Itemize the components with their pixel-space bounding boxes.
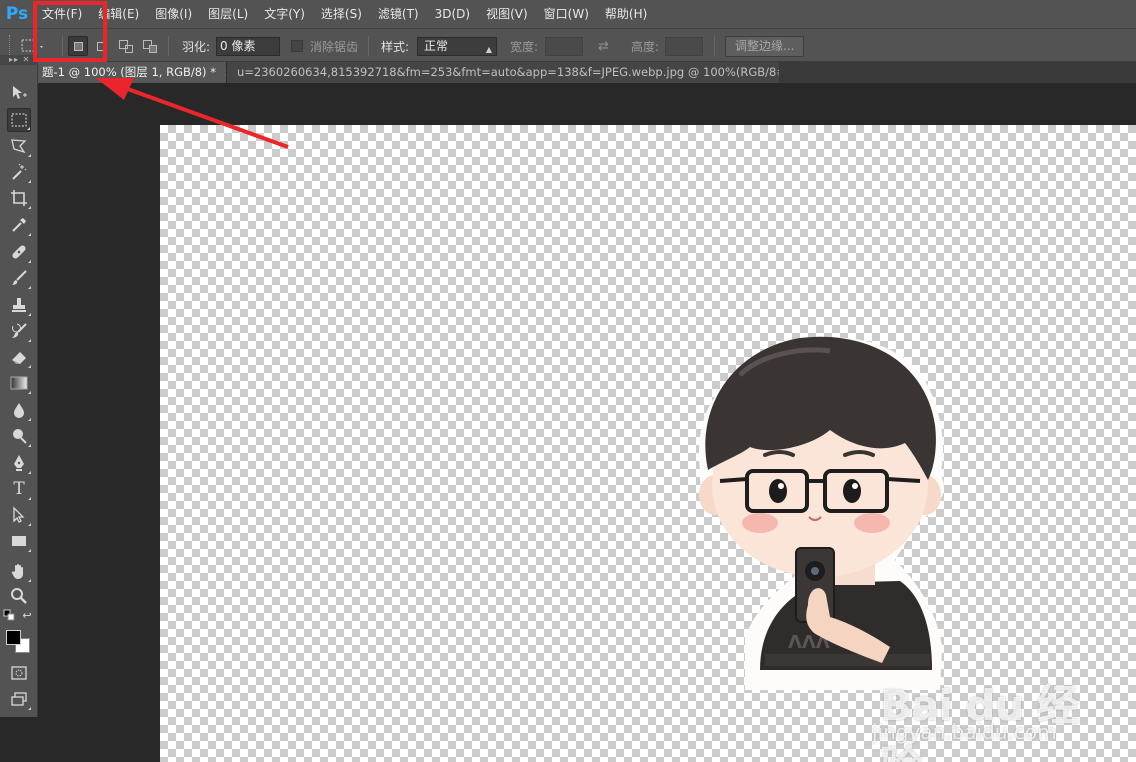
clone-stamp-tool-icon[interactable] — [7, 293, 31, 317]
brush-tool-icon[interactable] — [7, 266, 31, 290]
watermark-url: jingyan.baidu.com — [872, 720, 1057, 744]
height-input[interactable] — [665, 37, 703, 56]
tools-panel: ▸▸ ✕ T ↩ — [0, 55, 38, 717]
foreground-color-swatch[interactable] — [6, 630, 21, 645]
refine-edge-button[interactable]: 调整边缘... — [725, 36, 805, 57]
intersect-selection-button[interactable] — [139, 36, 159, 56]
photoshop-logo: Ps — [5, 4, 29, 24]
watermark-logo-text: Bai du 经验 — [880, 681, 1079, 762]
lasso-tool-icon[interactable] — [7, 134, 31, 158]
dodge-tool-icon[interactable] — [7, 424, 31, 448]
menu-layer[interactable]: 图层(L) — [200, 0, 256, 28]
healing-brush-tool-icon[interactable] — [7, 240, 31, 264]
menu-select[interactable]: 选择(S) — [313, 0, 370, 28]
menu-filter[interactable]: 滤镜(T) — [370, 0, 427, 28]
feather-input[interactable]: 0 像素 — [216, 37, 280, 56]
antialias-label: 消除锯齿 — [310, 39, 359, 54]
tab-label: 题-1 @ 100% (图层 1, RGB/8) * — [42, 65, 216, 79]
feather-label: 羽化: — [182, 39, 211, 54]
tab-document-1[interactable]: 题-1 @ 100% (图层 1, RGB/8) *× — [38, 62, 226, 83]
height-label: 高度: — [631, 39, 660, 54]
antialias-checkbox[interactable] — [291, 40, 303, 52]
document-tab-bar: 题-1 @ 100% (图层 1, RGB/8) *× u=2360260634… — [38, 62, 1136, 83]
pen-tool-icon[interactable] — [7, 451, 31, 475]
gradient-tool-icon[interactable] — [7, 371, 31, 395]
divider — [714, 36, 715, 56]
blur-tool-icon[interactable] — [7, 398, 31, 422]
menu-image[interactable]: 图像(I) — [147, 0, 200, 28]
divider — [368, 36, 369, 56]
menu-bar: Ps 文件(F) 编辑(E) 图像(I) 图层(L) 文字(Y) 选择(S) 滤… — [0, 0, 1136, 28]
menu-view[interactable]: 视图(V) — [478, 0, 536, 28]
crop-tool-icon[interactable] — [7, 186, 31, 210]
style-label: 样式: — [381, 39, 410, 54]
subtract-from-selection-button[interactable] — [115, 36, 135, 56]
eraser-tool-icon[interactable] — [7, 345, 31, 369]
options-bar: 羽化: 0 像素 消除锯齿 样式: 正常 ▲▼ 宽度: ⇄ 高度: 调整边缘..… — [0, 28, 1136, 71]
menu-3d[interactable]: 3D(D) — [427, 0, 478, 28]
magic-wand-tool-icon[interactable] — [7, 160, 31, 184]
swap-colors-icon[interactable]: ↩ — [20, 608, 34, 622]
rectangle-tool-icon[interactable] — [7, 529, 31, 553]
tab-label: u=2360260634,815392718&fm=253&fmt=auto&a… — [237, 65, 779, 79]
highlight-box-annotation — [33, 1, 107, 62]
type-tool-icon[interactable]: T — [7, 477, 31, 501]
document-canvas[interactable]: ɅɅɅ Bai du 经 jingyan.baidu.com — [160, 125, 1136, 762]
zoom-tool-icon[interactable] — [7, 584, 31, 608]
menu-window[interactable]: 窗口(W) — [536, 0, 597, 28]
width-input[interactable] — [545, 37, 583, 56]
default-colors-icon[interactable] — [2, 608, 16, 622]
path-selection-tool-icon[interactable] — [7, 503, 31, 527]
width-label: 宽度: — [510, 39, 539, 54]
tab-document-2[interactable]: u=2360260634,815392718&fm=253&fmt=auto&a… — [226, 62, 779, 83]
baidu-jingyan-watermark: Bai du 经验 jingyan.baidu.com — [860, 640, 1110, 762]
menu-type[interactable]: 文字(Y) — [256, 0, 313, 28]
divider — [168, 36, 169, 56]
menu-help[interactable]: 帮助(H) — [597, 0, 655, 28]
history-brush-tool-icon[interactable] — [7, 319, 31, 343]
screen-mode-icon[interactable] — [7, 687, 31, 711]
move-tool-icon[interactable] — [7, 81, 31, 105]
swap-dimensions-icon[interactable]: ⇄ — [598, 29, 609, 63]
quick-mask-icon[interactable] — [7, 661, 31, 685]
options-grip[interactable] — [9, 35, 13, 57]
marquee-tool-icon[interactable] — [7, 108, 31, 132]
eyedropper-tool-icon[interactable] — [7, 213, 31, 237]
style-select-value: 正常 — [424, 39, 449, 53]
workspace: ɅɅɅ Bai du 经 jingyan.baidu.com — [38, 83, 1136, 762]
style-select[interactable]: 正常 ▲▼ — [417, 37, 497, 71]
hand-tool-icon[interactable] — [7, 559, 31, 583]
